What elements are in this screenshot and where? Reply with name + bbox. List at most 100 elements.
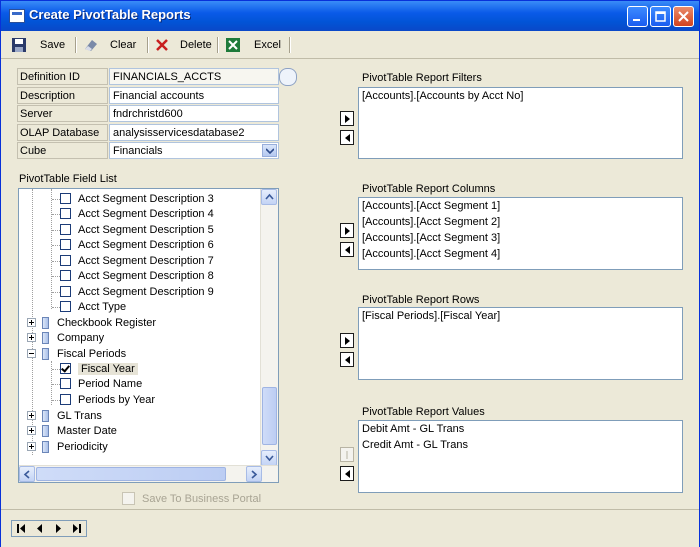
remove-filter-button[interactable] [340,130,354,145]
checkbox[interactable] [60,301,71,312]
tree-item[interactable]: Acct Segment Description 4 [60,206,214,221]
add-row-button[interactable] [340,333,354,348]
clear-button[interactable]: Clear [83,35,136,55]
tree-dimension[interactable]: Company [27,330,104,345]
remove-value-button[interactable] [340,466,354,481]
scroll-right-button[interactable] [246,466,262,482]
tree-item[interactable]: Acct Segment Description 5 [60,222,214,237]
delete-button[interactable]: Delete [155,35,212,55]
last-record-button[interactable] [68,521,87,536]
field-list-vertical-scrollbar[interactable] [260,189,278,466]
scroll-down-button[interactable] [261,450,277,466]
expand-icon[interactable] [27,442,36,451]
tree-item-selected[interactable]: Fiscal Year [60,361,138,376]
close-button[interactable] [673,6,694,27]
field-list-horizontal-scrollbar[interactable] [19,465,278,482]
expand-icon[interactable] [27,411,36,420]
cube-select[interactable]: Financials [109,142,279,159]
checkbox[interactable] [60,394,71,405]
checkbox[interactable] [60,378,71,389]
tree-item[interactable]: Acct Segment Description 8 [60,268,214,283]
arrow-right-icon [345,115,350,123]
definition-id-field[interactable]: FINANCIALS_ACCTS [109,68,279,85]
values-list[interactable]: Debit Amt - GL Trans Credit Amt - GL Tra… [358,420,683,493]
field-list-label: PivotTable Field List [19,173,117,185]
chevron-down-icon [265,455,274,462]
toolbar-separator [289,37,291,53]
previous-record-button[interactable] [31,521,50,536]
remove-row-button[interactable] [340,352,354,367]
tree-dimension[interactable]: Periodicity [27,439,108,454]
checkbox[interactable] [60,239,71,250]
add-value-button[interactable] [340,447,354,462]
columns-list[interactable]: [Accounts].[Acct Segment 1] [Accounts].[… [358,197,683,270]
checkbox[interactable] [60,224,71,235]
tree-item[interactable]: Acct Segment Description 3 [60,191,214,206]
tree-item[interactable]: Acct Type [60,299,126,314]
eraser-icon [85,40,97,51]
tree-item[interactable]: Period Name [60,376,142,391]
save-button[interactable]: Save [11,35,65,55]
add-filter-button[interactable] [340,111,354,126]
rows-list[interactable]: [Fiscal Periods].[Fiscal Year] [358,307,683,380]
scroll-left-button[interactable] [19,466,35,482]
minimize-button[interactable] [627,6,648,27]
chevron-down-icon [266,148,274,154]
maximize-button[interactable] [650,6,671,27]
tree-dimension[interactable]: Fiscal Periods [27,346,126,361]
scroll-up-button[interactable] [261,189,277,205]
title-bar[interactable]: Create PivotTable Reports [1,1,699,31]
checkbox-checked[interactable] [60,363,71,374]
definition-lookup-button[interactable] [279,68,297,86]
scroll-thumb[interactable] [262,387,277,445]
list-item[interactable]: [Fiscal Periods].[Fiscal Year] [359,308,682,324]
checkbox[interactable] [60,193,71,204]
scroll-thumb[interactable] [36,467,226,481]
save-to-portal-checkbox[interactable]: Save To Business Portal [122,492,261,505]
tree-item[interactable]: Acct Segment Description 7 [60,253,214,268]
toolbar-separator [217,37,219,53]
checkbox[interactable] [60,270,71,281]
list-item[interactable]: [Accounts].[Acct Segment 2] [359,214,682,230]
dimension-icon [42,424,49,437]
next-record-button[interactable] [49,521,68,536]
pivottable-field-list[interactable]: Acct Segment Description 3 Acct Segment … [18,188,279,483]
checkbox[interactable] [60,255,71,266]
tree-dimension[interactable]: Checkbook Register [27,315,156,330]
expand-icon[interactable] [27,426,36,435]
checkbox[interactable] [60,286,71,297]
filters-list[interactable]: [Accounts].[Accounts by Acct No] [358,87,683,159]
description-field[interactable]: Financial accounts [109,87,279,104]
collapse-icon[interactable] [27,349,36,358]
list-item[interactable]: [Accounts].[Acct Segment 1] [359,198,682,214]
list-item[interactable]: [Accounts].[Acct Segment 4] [359,246,682,262]
first-record-button[interactable] [12,521,31,536]
olap-database-row: OLAP Database analysisservicesdatabase2 [17,124,279,142]
dimension-icon [42,331,49,344]
tree-dimension[interactable]: GL Trans [27,408,102,423]
olap-database-label: OLAP Database [17,124,108,141]
tree-item[interactable]: Acct Segment Description 9 [60,284,214,299]
remove-column-button[interactable] [340,242,354,257]
chevron-left-icon [23,470,30,479]
checkbox-disabled[interactable] [122,492,135,505]
list-item[interactable]: [Accounts].[Acct Segment 3] [359,230,682,246]
tree-dimension[interactable]: Master Date [27,423,117,438]
excel-button[interactable]: Excel [225,35,281,55]
list-item[interactable]: [Accounts].[Accounts by Acct No] [359,88,682,104]
dimension-icon [42,347,49,360]
tree-item[interactable]: Acct Segment Description 6 [60,237,214,252]
arrow-left-icon [345,470,350,478]
list-item[interactable]: Debit Amt - GL Trans [359,421,682,437]
checkbox[interactable] [60,208,71,219]
list-item[interactable]: Credit Amt - GL Trans [359,437,682,453]
olap-database-field[interactable]: analysisservicesdatabase2 [109,124,279,141]
tree-item[interactable]: Periods by Year [60,392,155,407]
expand-icon[interactable] [27,318,36,327]
description-label: Description [17,87,108,104]
cube-dropdown-button[interactable] [262,144,277,157]
server-field[interactable]: fndrchristd600 [109,105,279,122]
arrow-right-icon [345,227,350,235]
add-column-button[interactable] [340,223,354,238]
expand-icon[interactable] [27,333,36,342]
